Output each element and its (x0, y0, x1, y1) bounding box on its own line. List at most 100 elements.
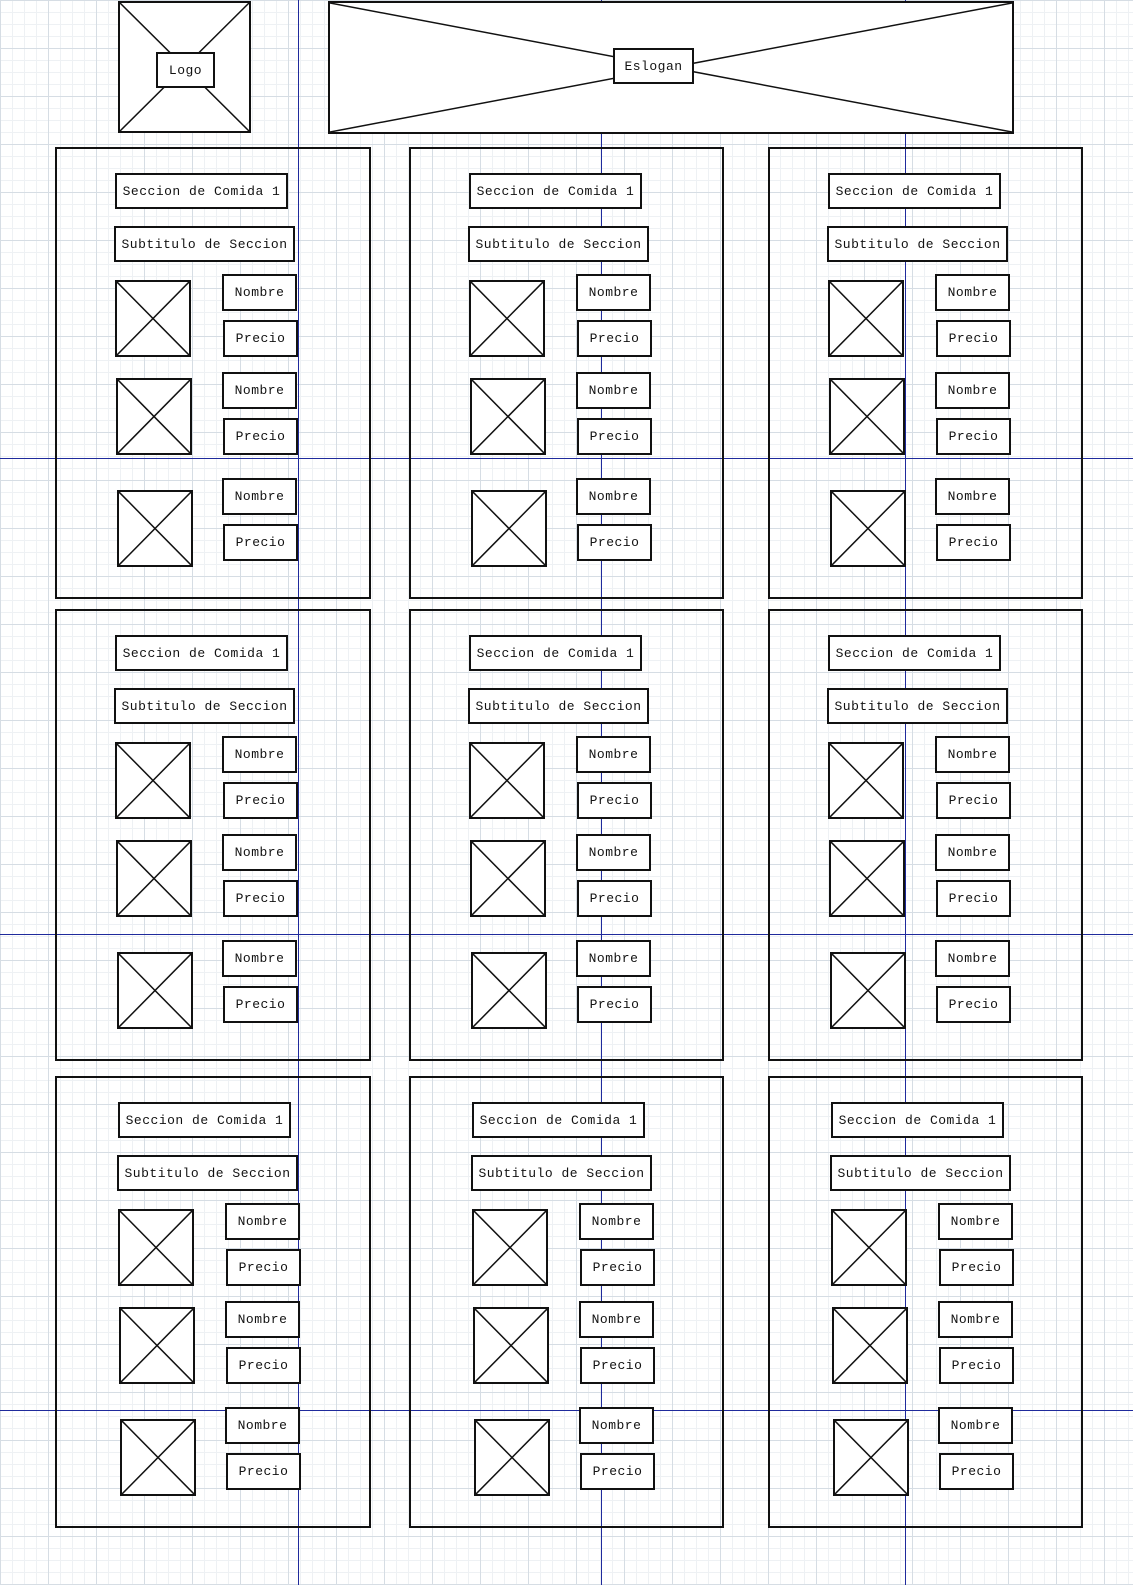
item-price-field[interactable]: Precio (936, 880, 1011, 917)
food-image-placeholder[interactable] (115, 280, 191, 357)
item-name-field[interactable]: Nombre (222, 834, 297, 871)
item-name-field[interactable]: Nombre (935, 834, 1010, 871)
food-image-placeholder[interactable] (472, 1209, 548, 1286)
food-image-placeholder[interactable] (833, 1419, 909, 1496)
item-price-field[interactable]: Precio (939, 1249, 1014, 1286)
food-image-placeholder[interactable] (116, 840, 192, 917)
food-image-placeholder[interactable] (469, 280, 545, 357)
section-title[interactable]: Seccion de Comida 1 (831, 1102, 1004, 1138)
item-price-field[interactable]: Precio (580, 1347, 655, 1384)
food-image-placeholder[interactable] (117, 490, 193, 567)
food-image-placeholder[interactable] (832, 1307, 908, 1384)
section-subtitle[interactable]: Subtitulo de Seccion (468, 688, 649, 724)
item-name-field[interactable]: Nombre (576, 478, 651, 515)
item-price-field[interactable]: Precio (226, 1347, 301, 1384)
item-name-field[interactable]: Nombre (222, 274, 297, 311)
item-name-field[interactable]: Nombre (576, 274, 651, 311)
item-price-field[interactable]: Precio (580, 1453, 655, 1490)
food-image-placeholder[interactable] (119, 1307, 195, 1384)
item-price-field[interactable]: Precio (577, 782, 652, 819)
food-image-placeholder[interactable] (829, 840, 905, 917)
food-image-placeholder[interactable] (117, 952, 193, 1029)
item-price-field[interactable]: Precio (223, 320, 298, 357)
item-name-field[interactable]: Nombre (935, 736, 1010, 773)
food-image-placeholder[interactable] (828, 742, 904, 819)
section-subtitle[interactable]: Subtitulo de Seccion (827, 688, 1008, 724)
food-image-placeholder[interactable] (830, 490, 906, 567)
item-price-field[interactable]: Precio (939, 1347, 1014, 1384)
item-price-field[interactable]: Precio (223, 782, 298, 819)
item-price-field[interactable]: Precio (577, 880, 652, 917)
item-price-field[interactable]: Precio (939, 1453, 1014, 1490)
item-price-field[interactable]: Precio (936, 524, 1011, 561)
item-name-field[interactable]: Nombre (935, 274, 1010, 311)
food-image-placeholder[interactable] (830, 952, 906, 1029)
section-subtitle[interactable]: Subtitulo de Seccion (827, 226, 1008, 262)
food-image-placeholder[interactable] (474, 1419, 550, 1496)
item-price-field[interactable]: Precio (223, 986, 298, 1023)
section-subtitle[interactable]: Subtitulo de Seccion (471, 1155, 652, 1191)
item-name-field[interactable]: Nombre (579, 1203, 654, 1240)
item-name-field[interactable]: Nombre (222, 478, 297, 515)
slogan-label[interactable]: Eslogan (613, 48, 694, 84)
item-price-field[interactable]: Precio (577, 320, 652, 357)
food-image-placeholder[interactable] (118, 1209, 194, 1286)
item-name-field[interactable]: Nombre (935, 940, 1010, 977)
food-image-placeholder[interactable] (473, 1307, 549, 1384)
section-title[interactable]: Seccion de Comida 1 (115, 173, 288, 209)
food-image-placeholder[interactable] (829, 378, 905, 455)
item-name-field[interactable]: Nombre (222, 372, 297, 409)
item-name-field[interactable]: Nombre (576, 736, 651, 773)
section-subtitle[interactable]: Subtitulo de Seccion (114, 226, 295, 262)
item-price-field[interactable]: Precio (223, 418, 298, 455)
item-name-field[interactable]: Nombre (225, 1301, 300, 1338)
section-subtitle[interactable]: Subtitulo de Seccion (117, 1155, 298, 1191)
item-price-field[interactable]: Precio (577, 418, 652, 455)
item-price-field[interactable]: Precio (223, 880, 298, 917)
item-name-field[interactable]: Nombre (938, 1407, 1013, 1444)
item-price-field[interactable]: Precio (936, 986, 1011, 1023)
section-title[interactable]: Seccion de Comida 1 (469, 635, 642, 671)
food-image-placeholder[interactable] (115, 742, 191, 819)
section-subtitle[interactable]: Subtitulo de Seccion (114, 688, 295, 724)
item-name-field[interactable]: Nombre (935, 478, 1010, 515)
item-name-field[interactable]: Nombre (938, 1301, 1013, 1338)
item-name-field[interactable]: Nombre (935, 372, 1010, 409)
item-price-field[interactable]: Precio (580, 1249, 655, 1286)
item-name-field[interactable]: Nombre (225, 1203, 300, 1240)
item-price-field[interactable]: Precio (936, 418, 1011, 455)
section-title[interactable]: Seccion de Comida 1 (118, 1102, 291, 1138)
item-price-field[interactable]: Precio (936, 320, 1011, 357)
item-price-field[interactable]: Precio (577, 986, 652, 1023)
item-name-field[interactable]: Nombre (576, 940, 651, 977)
item-price-field[interactable]: Precio (226, 1453, 301, 1490)
food-image-placeholder[interactable] (831, 1209, 907, 1286)
item-price-field[interactable]: Precio (223, 524, 298, 561)
food-image-placeholder[interactable] (469, 742, 545, 819)
section-subtitle[interactable]: Subtitulo de Seccion (830, 1155, 1011, 1191)
food-image-placeholder[interactable] (828, 280, 904, 357)
item-price-field[interactable]: Precio (936, 782, 1011, 819)
item-name-field[interactable]: Nombre (222, 736, 297, 773)
section-title[interactable]: Seccion de Comida 1 (828, 635, 1001, 671)
item-price-field[interactable]: Precio (577, 524, 652, 561)
food-image-placeholder[interactable] (470, 378, 546, 455)
section-title[interactable]: Seccion de Comida 1 (469, 173, 642, 209)
item-name-field[interactable]: Nombre (225, 1407, 300, 1444)
item-name-field[interactable]: Nombre (222, 940, 297, 977)
section-title[interactable]: Seccion de Comida 1 (115, 635, 288, 671)
food-image-placeholder[interactable] (471, 952, 547, 1029)
section-title[interactable]: Seccion de Comida 1 (472, 1102, 645, 1138)
item-name-field[interactable]: Nombre (576, 372, 651, 409)
item-name-field[interactable]: Nombre (576, 834, 651, 871)
food-image-placeholder[interactable] (116, 378, 192, 455)
food-image-placeholder[interactable] (470, 840, 546, 917)
food-image-placeholder[interactable] (120, 1419, 196, 1496)
food-image-placeholder[interactable] (471, 490, 547, 567)
section-subtitle[interactable]: Subtitulo de Seccion (468, 226, 649, 262)
item-price-field[interactable]: Precio (226, 1249, 301, 1286)
item-name-field[interactable]: Nombre (579, 1301, 654, 1338)
item-name-field[interactable]: Nombre (938, 1203, 1013, 1240)
item-name-field[interactable]: Nombre (579, 1407, 654, 1444)
logo-label[interactable]: Logo (156, 52, 215, 88)
